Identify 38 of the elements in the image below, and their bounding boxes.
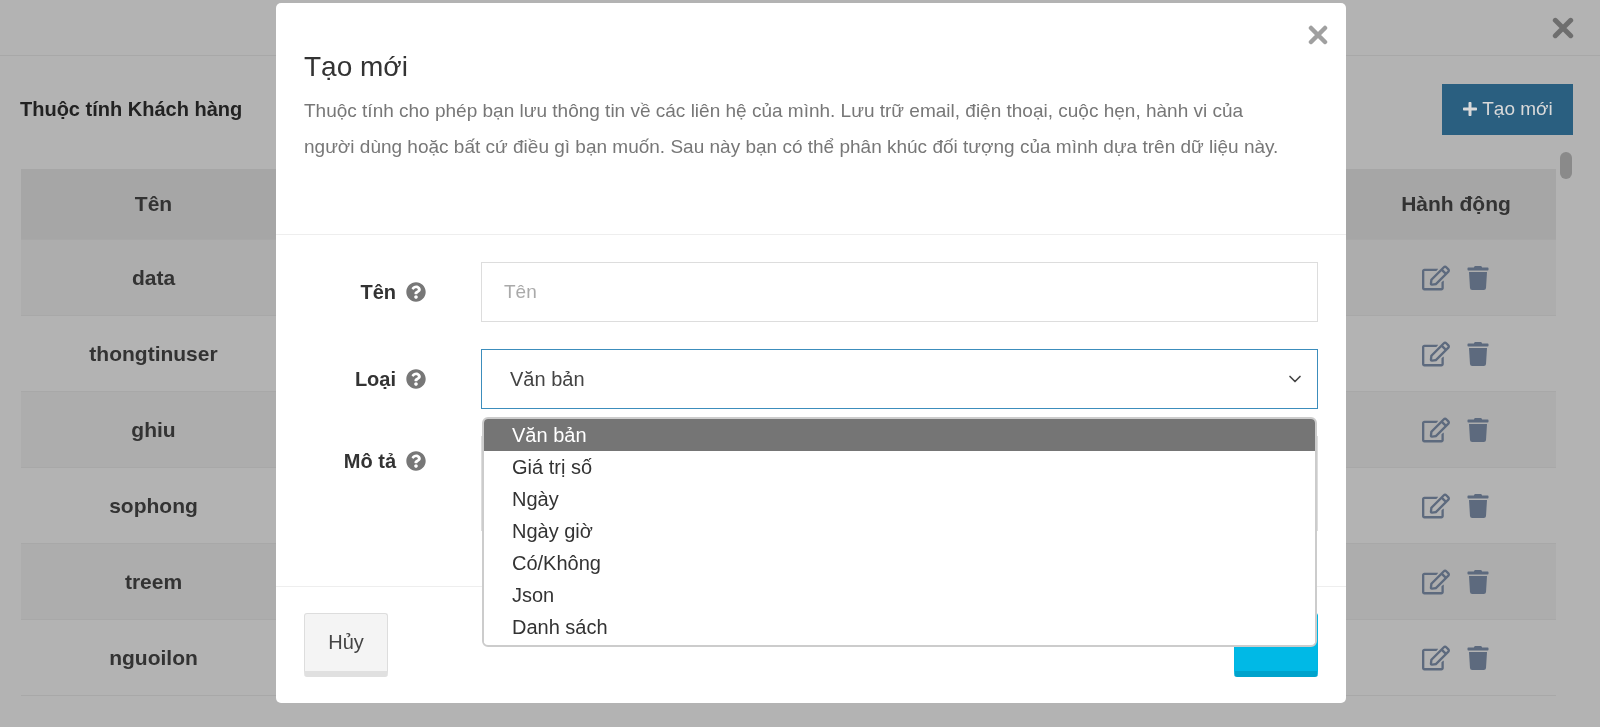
table-cell-text: ghiu [130,416,177,443]
help-icon [406,369,426,389]
trash-icon[interactable] [1466,569,1490,594]
dropdown-option[interactable]: Văn bản [484,419,1315,451]
edit-icon[interactable] [1422,263,1450,292]
trash-icon[interactable] [1466,265,1490,290]
edit-icon[interactable] [1422,643,1450,672]
edit-icon[interactable] [1422,339,1450,368]
modal-title: Tạo mới [304,51,409,83]
table-cell-text: sophong [108,492,199,519]
field-label: Mô tả [343,449,396,473]
trash-icon[interactable] [1466,645,1490,670]
plus-icon [1462,101,1479,117]
edit-icon[interactable] [1422,491,1450,520]
table-cell-text: data [130,264,177,291]
table-cell-text: nguoilon [108,644,199,671]
column-header: Hành động [1400,191,1512,217]
edit-icon[interactable] [1422,415,1450,444]
trash-icon[interactable] [1466,417,1490,442]
table-cell-text: thongtinuser [88,340,219,367]
scrollbar-thumb[interactable] [1560,152,1572,179]
edit-icon[interactable] [1422,567,1450,596]
field-label: Loại [354,367,396,391]
trash-icon[interactable] [1466,341,1490,366]
trash-icon[interactable] [1466,493,1490,518]
close-icon [1308,25,1328,45]
help-icon [406,282,426,302]
cancel-button[interactable]: Hủy [304,613,388,677]
column-header: Tên [133,191,174,217]
modal-description: Thuộc tính cho phép bạn lưu thông tin về các liên hệ của mình. Lưu trữ email, điện thoại, cuộc hẹn, hành vi của người dùng hoặc bất cứ điều gì bạn muốn. Sau này bạn có thể phân khúc đối tượng của mình dựa trên dữ liệu này. [304,99,1280,159]
table-cell-text: treem [123,568,184,595]
name-field[interactable]: Tên [481,262,1318,322]
field-label: Tên [360,280,396,304]
help-icon [406,451,426,471]
page-title: Thuộc tính Khách hàng [20,97,243,121]
close-icon [1552,16,1574,39]
create-button[interactable]: Tạo mới [1442,83,1573,135]
type-select[interactable]: Văn bản [481,349,1318,409]
